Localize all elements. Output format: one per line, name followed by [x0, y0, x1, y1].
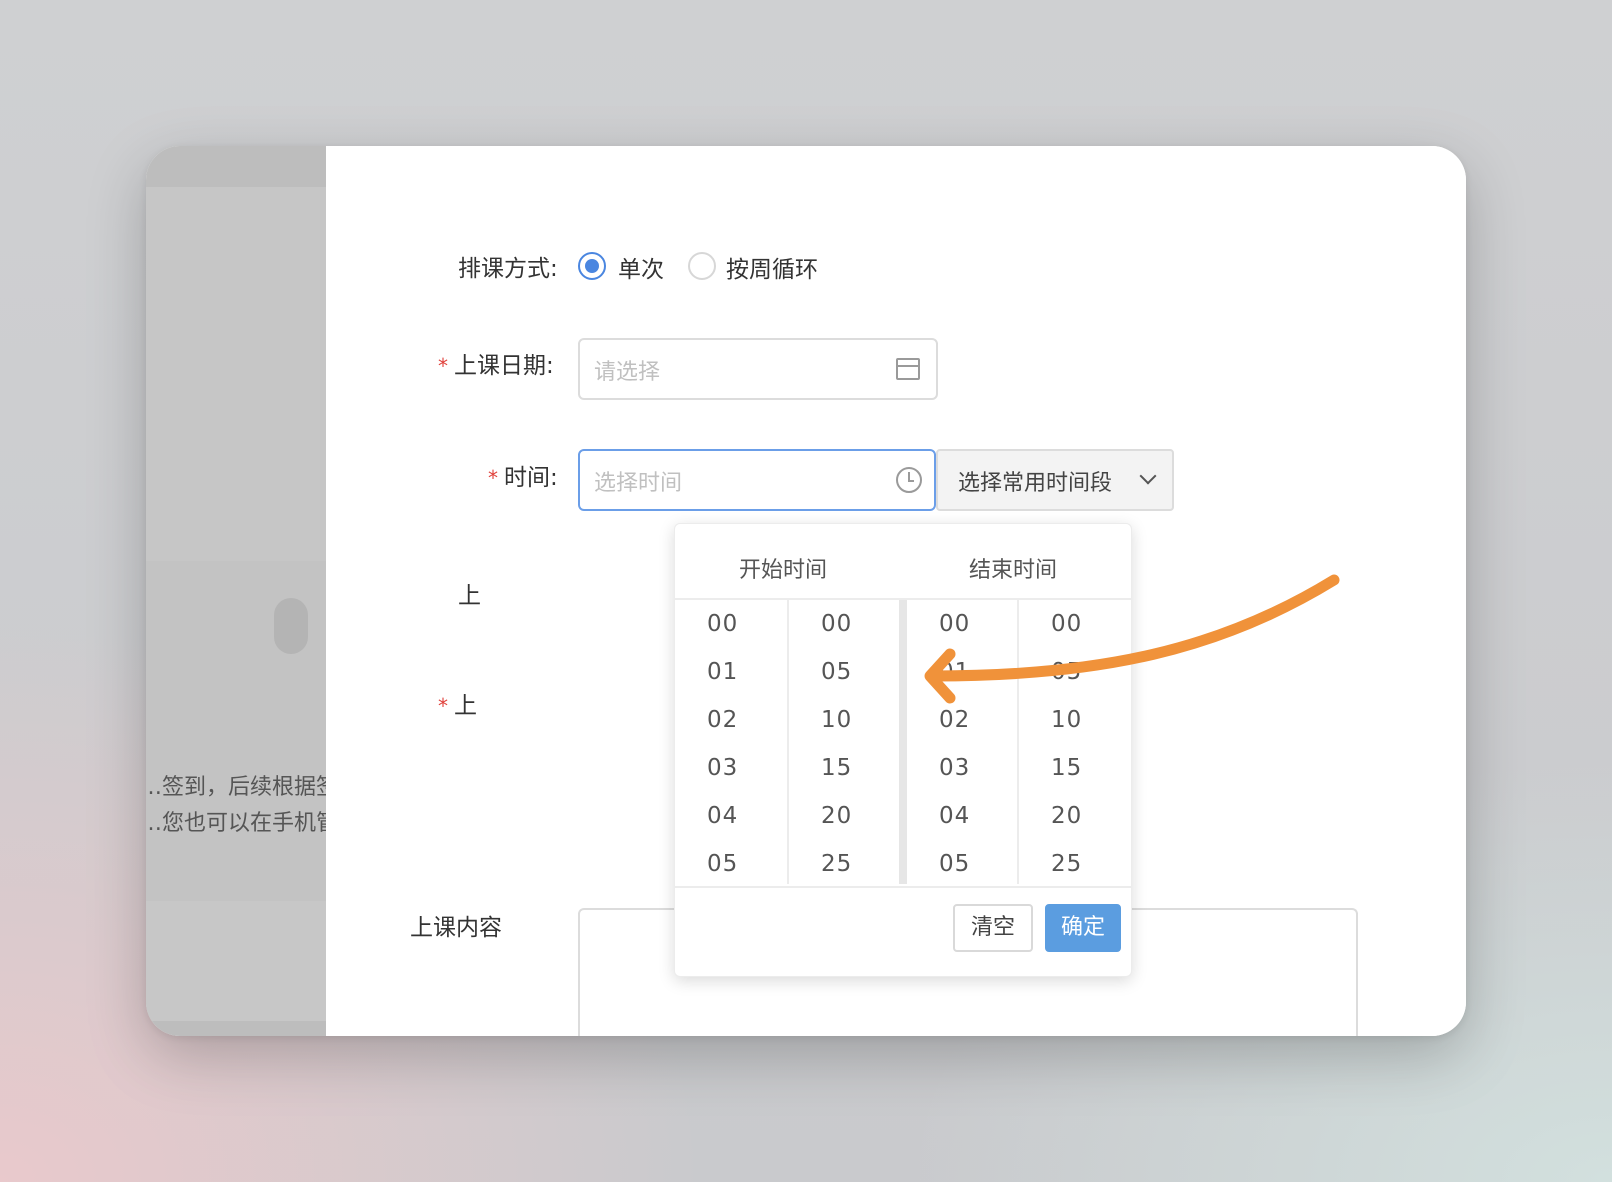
annotation-arrow — [924, 574, 1340, 704]
arrow-shaft — [928, 574, 1340, 682]
